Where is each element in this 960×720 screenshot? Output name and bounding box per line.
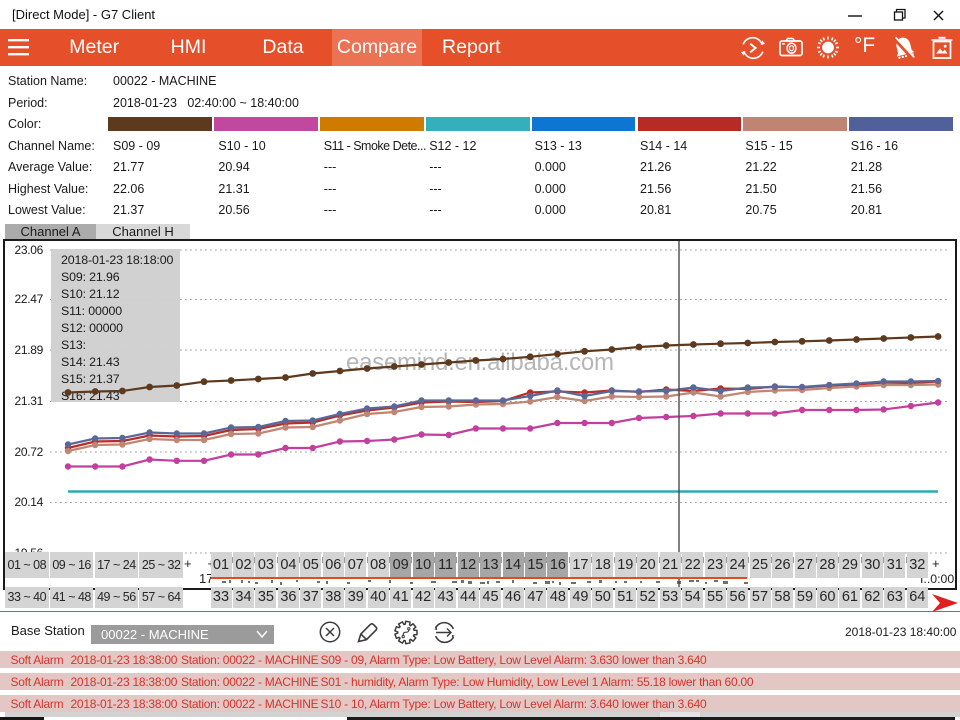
svg-text:easemind.en.alibaba.com: easemind.en.alibaba.com [346, 349, 614, 376]
